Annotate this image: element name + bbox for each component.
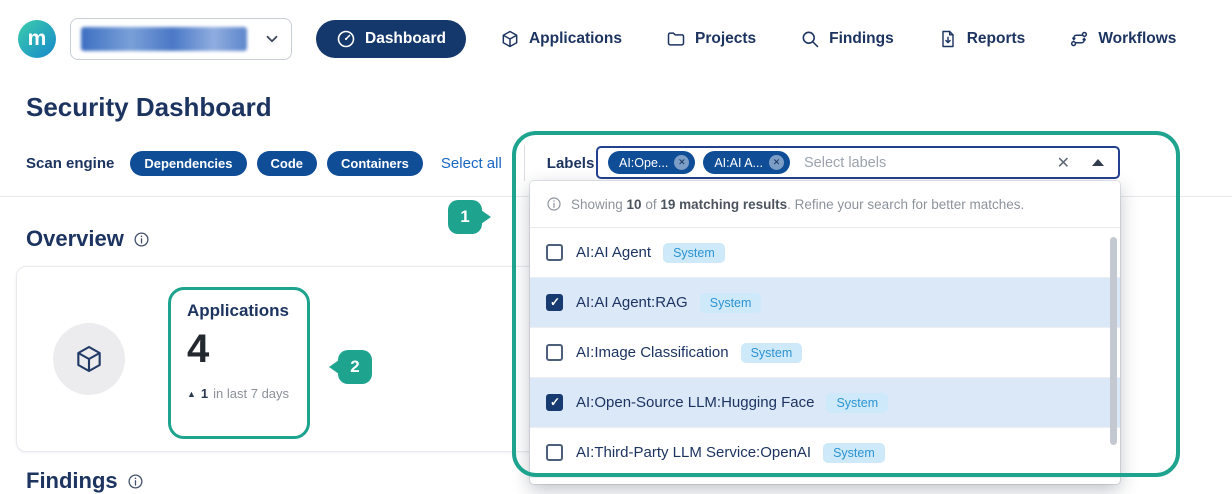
label-chip[interactable]: AI:Ope... ✕ [608, 151, 695, 174]
nav-item-label: Dashboard [365, 30, 446, 48]
nav-item-reports[interactable]: Reports [928, 20, 1036, 58]
scan-engine-pill-dependencies[interactable]: Dependencies [130, 151, 246, 176]
nav-item-dashboard[interactable]: Dashboard [316, 20, 466, 58]
stat-block: Applications 4 ▲ 1 in last 7 days [187, 301, 289, 401]
option-label: AI:Third-Party LLM Service:OpenAI [576, 444, 811, 461]
scan-engine-pill-code[interactable]: Code [257, 151, 318, 176]
nav-item-label: Projects [695, 30, 756, 48]
org-selector-value-redacted [81, 27, 247, 51]
projects-folder-icon [666, 29, 686, 49]
top-nav: m Dashboard Applications Projects Findin… [0, 0, 1232, 78]
system-badge: System [823, 443, 885, 463]
label-option[interactable]: AI:Image Classification System [530, 328, 1120, 378]
reports-document-icon [938, 29, 958, 49]
nav-item-findings[interactable]: Findings [790, 20, 904, 58]
nav-item-label: Findings [829, 30, 894, 48]
scan-engine-pill-containers[interactable]: Containers [327, 151, 423, 176]
info-icon [133, 231, 150, 248]
nav-item-label: Applications [529, 30, 622, 48]
nav-item-workflows[interactable]: Workflows [1059, 20, 1186, 58]
clear-selection-icon[interactable]: ✕ [1057, 153, 1070, 173]
overview-heading-text: Overview [26, 226, 124, 252]
stat-icon-circle [53, 323, 125, 395]
option-checkbox[interactable] [546, 394, 563, 411]
label-chip-text: AI:AI A... [714, 156, 763, 170]
findings-heading: Findings [26, 468, 144, 494]
label-option[interactable]: AI:AI Agent:RAG System [530, 278, 1120, 328]
applications-cube-icon [500, 29, 520, 49]
applications-cube-icon [73, 343, 105, 375]
nav-item-projects[interactable]: Projects [656, 20, 766, 58]
filters-divider [524, 145, 525, 181]
option-label: AI:AI Agent [576, 244, 651, 261]
info-icon [546, 196, 562, 212]
option-checkbox[interactable] [546, 244, 563, 261]
chip-remove-icon[interactable]: ✕ [769, 155, 784, 170]
dropdown-info-row: Showing 10 of 19 matching results. Refin… [530, 181, 1120, 228]
org-selector-dropdown[interactable] [70, 18, 292, 60]
labels-label: Labels [547, 155, 595, 172]
labels-dropdown-panel: Showing 10 of 19 matching results. Refin… [530, 181, 1120, 484]
option-label: AI:Image Classification [576, 344, 729, 361]
delta-value: 1 [201, 386, 208, 401]
system-badge: System [663, 243, 725, 263]
option-label: AI:AI Agent:RAG [576, 294, 688, 311]
delta-caption: in last 7 days [213, 386, 289, 401]
stat-delta: ▲ 1 in last 7 days [187, 386, 289, 401]
option-checkbox[interactable] [546, 294, 563, 311]
label-chip-text: AI:Ope... [619, 156, 668, 170]
labels-select-placeholder: Select labels [804, 155, 1057, 171]
findings-search-icon [800, 29, 820, 49]
dropdown-info-text: Showing 10 of 19 matching results. Refin… [571, 197, 1024, 212]
dashboard-gauge-icon [336, 29, 356, 49]
select-all-link[interactable]: Select all [441, 155, 502, 172]
annotation-badge-1: 1 [448, 200, 482, 234]
overview-heading: Overview [26, 226, 150, 252]
page-title: Security Dashboard [26, 92, 272, 123]
brand-logo-letter: m [28, 27, 47, 51]
label-option[interactable]: AI:Open-Source LLM:Hugging Face System [530, 378, 1120, 428]
workflows-flow-icon [1069, 29, 1089, 49]
stat-value: 4 [187, 327, 289, 372]
stat-label: Applications [187, 301, 289, 321]
annotation-badge-2: 2 [338, 350, 372, 384]
system-badge: System [700, 293, 762, 313]
system-badge: System [826, 393, 888, 413]
applications-stat-card[interactable]: Applications 4 ▲ 1 in last 7 days [16, 266, 596, 452]
dropdown-caret-icon[interactable] [1092, 159, 1104, 166]
dropdown-scrollbar-thumb[interactable] [1110, 237, 1117, 445]
findings-heading-text: Findings [26, 468, 118, 494]
filters-row: Scan engine Dependencies Code Containers… [26, 146, 594, 180]
scan-engine-label: Scan engine [26, 155, 114, 172]
label-chip[interactable]: AI:AI A... ✕ [703, 151, 790, 174]
main-nav: Dashboard Applications Projects Findings… [316, 20, 1186, 58]
nav-item-label: Workflows [1098, 30, 1176, 48]
chip-remove-icon[interactable]: ✕ [674, 155, 689, 170]
info-icon [127, 473, 144, 490]
option-checkbox[interactable] [546, 444, 563, 461]
delta-up-icon: ▲ [187, 389, 196, 399]
nav-item-applications[interactable]: Applications [490, 20, 632, 58]
system-badge: System [741, 343, 803, 363]
label-option[interactable]: AI:Third-Party LLM Service:OpenAI System [530, 428, 1120, 478]
option-checkbox[interactable] [546, 344, 563, 361]
option-label: AI:Open-Source LLM:Hugging Face [576, 394, 814, 411]
chevron-down-icon [263, 30, 281, 48]
labels-select-input[interactable]: AI:Ope... ✕ AI:AI A... ✕ Select labels ✕ [596, 146, 1120, 179]
brand-logo: m [18, 20, 56, 58]
label-option[interactable]: AI:AI Agent System [530, 228, 1120, 278]
nav-item-label: Reports [967, 30, 1026, 48]
